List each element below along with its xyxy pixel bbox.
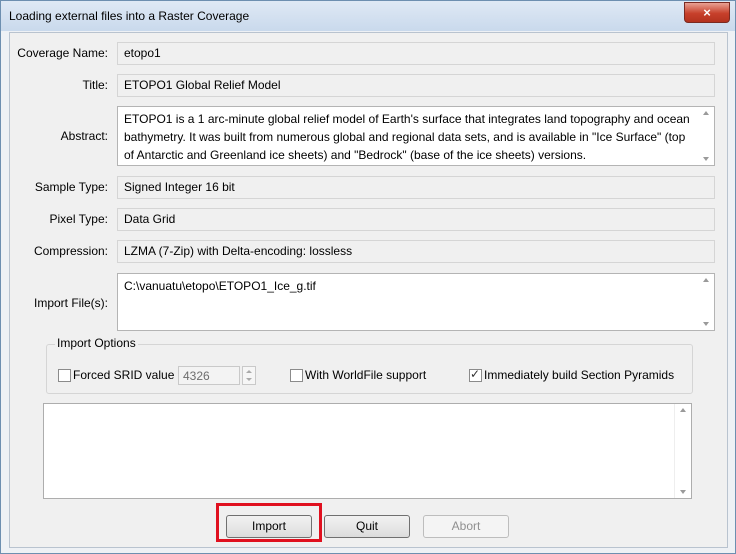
dialog-body: Coverage Name: etopo1 Title: ETOPO1 Glob…	[9, 32, 728, 548]
abstract-scrollbar[interactable]	[698, 107, 714, 165]
log-textarea[interactable]	[43, 403, 692, 499]
title-bar: Loading external files into a Raster Cov…	[1, 1, 735, 31]
pixel-type-label: Pixel Type:	[49, 212, 108, 226]
forced-srid-checkbox[interactable]	[58, 369, 71, 382]
pixel-type-field: Data Grid	[117, 208, 715, 231]
pyramids-checkbox[interactable]: ✓	[469, 367, 482, 382]
compression-field: LZMA (7-Zip) with Delta-encoding: lossle…	[117, 240, 715, 263]
coverage-name-field: etopo1	[117, 42, 715, 65]
scroll-up-icon[interactable]	[703, 278, 709, 282]
worldfile-checkbox[interactable]	[290, 369, 303, 382]
title-label: Title:	[82, 78, 108, 92]
dialog-window: Loading external files into a Raster Cov…	[0, 0, 736, 554]
scroll-down-icon[interactable]	[703, 157, 709, 161]
forced-srid-label: Forced SRID value	[73, 368, 175, 382]
checkmark-icon: ✓	[470, 367, 481, 381]
spin-down-icon[interactable]	[246, 378, 252, 381]
close-icon: ×	[703, 5, 711, 20]
sample-type-field: Signed Integer 16 bit	[117, 176, 715, 199]
sample-type-label: Sample Type:	[34, 180, 108, 194]
import-files-textarea[interactable]: C:\vanuatu\etopo\ETOPO1_Ice_g.tif	[117, 273, 715, 331]
window-title: Loading external files into a Raster Cov…	[9, 9, 250, 23]
quit-button[interactable]: Quit	[324, 515, 410, 538]
abort-button[interactable]: Abort	[423, 515, 509, 538]
scroll-down-icon[interactable]	[680, 490, 686, 494]
title-field[interactable]: ETOPO1 Global Relief Model	[117, 74, 715, 97]
scroll-up-icon[interactable]	[680, 408, 686, 412]
coverage-name-label: Coverage Name:	[17, 46, 108, 60]
abstract-text: ETOPO1 is a 1 arc-minute global relief m…	[124, 112, 690, 162]
import-files-text: C:\vanuatu\etopo\ETOPO1_Ice_g.tif	[124, 279, 316, 293]
abstract-textarea[interactable]: ETOPO1 is a 1 arc-minute global relief m…	[117, 106, 715, 166]
import-options-title: Import Options	[55, 336, 138, 350]
close-button[interactable]: ×	[684, 2, 730, 23]
srid-spinner-input[interactable]: 4326	[178, 366, 240, 385]
import-highlight-box	[216, 503, 322, 542]
worldfile-label: With WorldFile support	[305, 368, 427, 382]
scroll-down-icon[interactable]	[703, 322, 709, 326]
scroll-up-icon[interactable]	[703, 111, 709, 115]
abstract-label: Abstract:	[60, 129, 108, 143]
pyramids-label: Immediately build Section Pyramids	[484, 368, 675, 382]
import-files-label: Import File(s):	[33, 296, 108, 310]
compression-label: Compression:	[33, 244, 108, 258]
import-files-scrollbar[interactable]	[698, 274, 714, 330]
log-scrollbar[interactable]	[674, 404, 691, 498]
spin-up-icon[interactable]	[246, 370, 252, 373]
srid-spinner-buttons[interactable]	[242, 366, 256, 385]
